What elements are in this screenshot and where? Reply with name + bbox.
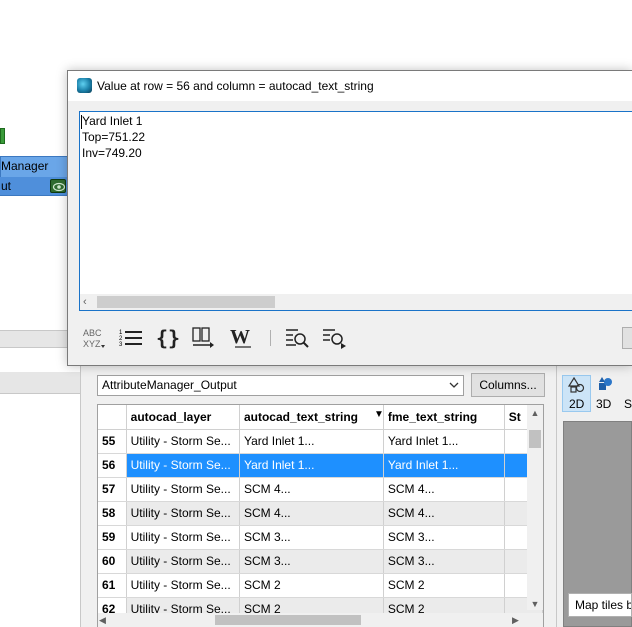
- svg-text:3: 3: [119, 342, 123, 348]
- table-cell[interactable]: Utility - Storm Se...: [126, 573, 240, 598]
- transformer-node-title: Manager: [1, 159, 49, 173]
- svg-text:{}: {}: [156, 326, 180, 350]
- view-s-label: S: [624, 397, 632, 411]
- view-3d-label: 3D: [596, 397, 612, 411]
- vertical-scroll-thumb[interactable]: [529, 430, 541, 448]
- table-row[interactable]: 55 Utility - Storm Se... Yard Inlet 1...…: [98, 429, 543, 454]
- text-line: Yard Inlet 1: [82, 114, 143, 128]
- map-tiles-notice: Map tiles b: [568, 593, 632, 617]
- row-number: 55: [98, 429, 127, 454]
- table-cell[interactable]: SCM 4...: [239, 501, 384, 526]
- svg-text:ABC: ABC: [83, 328, 102, 338]
- shapes-3d-icon: [599, 377, 612, 390]
- table-row[interactable]: 57 Utility - Storm Se... SCM 4... SCM 4.…: [98, 477, 543, 502]
- text-line: Top=751.22: [82, 130, 146, 144]
- table-cell[interactable]: Utility - Storm Se...: [126, 453, 240, 478]
- table-row-selected[interactable]: 56 Utility - Storm Se... Yard Inlet 1...…: [98, 453, 543, 478]
- find-icon[interactable]: [284, 325, 310, 351]
- shapes-2d-icon: [567, 376, 584, 393]
- scroll-right-icon[interactable]: ▶: [512, 613, 526, 627]
- sort-descending-icon[interactable]: ▼: [374, 409, 384, 420]
- scroll-left-icon[interactable]: ◀: [99, 613, 113, 627]
- horizontal-scroll-thumb[interactable]: [215, 615, 361, 625]
- table-cell[interactable]: SCM 3...: [383, 525, 505, 550]
- table-cell[interactable]: Utility - Storm Se...: [126, 477, 240, 502]
- text-scroll-thumb[interactable]: [97, 296, 275, 308]
- table-cell[interactable]: Yard Inlet 1...: [239, 453, 384, 478]
- table-cell[interactable]: Utility - Storm Se...: [126, 549, 240, 574]
- table-cell[interactable]: Utility - Storm Se...: [126, 429, 240, 454]
- table-cell[interactable]: Utility - Storm Se...: [126, 525, 240, 550]
- view-2d-label: 2D: [569, 397, 585, 411]
- table-row[interactable]: 61 Utility - Storm Se... SCM 2 SCM 2: [98, 573, 543, 598]
- w-icon[interactable]: W: [229, 325, 257, 351]
- table-cell[interactable]: SCM 4...: [239, 477, 384, 502]
- row-number: 58: [98, 501, 127, 526]
- columns-button[interactable]: Columns...: [471, 373, 545, 397]
- table-cell[interactable]: SCM 2: [383, 573, 505, 598]
- table-cell[interactable]: SCM 4...: [383, 501, 505, 526]
- toolbar-separator: [270, 330, 271, 346]
- table-cell[interactable]: Yard Inlet 1...: [383, 429, 505, 454]
- green-port-icon: [0, 128, 5, 144]
- find-next-icon[interactable]: [321, 325, 347, 351]
- lower-left-panel: [0, 394, 80, 627]
- row-number: 61: [98, 573, 127, 598]
- column-header-rownum: [98, 405, 127, 430]
- table-row[interactable]: 59 Utility - Storm Se... SCM 3... SCM 3.…: [98, 525, 543, 550]
- table-cell[interactable]: SCM 4...: [383, 477, 505, 502]
- svg-text:XYZ: XYZ: [83, 339, 101, 349]
- dialog-button[interactable]: [622, 327, 632, 349]
- scroll-down-icon[interactable]: ▼: [527, 596, 543, 612]
- text-line: Inv=749.20: [82, 146, 142, 160]
- fme-app-icon: [77, 78, 92, 93]
- table-cell[interactable]: Yard Inlet 1...: [383, 453, 505, 478]
- column-header-autocad-text-string[interactable]: autocad_text_string: [239, 405, 384, 430]
- table-cell[interactable]: SCM 2: [239, 573, 384, 598]
- table-cell[interactable]: Utility - Storm Se...: [126, 501, 240, 526]
- row-number: 57: [98, 477, 127, 502]
- numbered-list-icon[interactable]: 123: [118, 325, 144, 351]
- table-header-row: autocad_layer autocad_text_string fme_te…: [98, 405, 543, 430]
- eye-icon[interactable]: [50, 179, 66, 193]
- table-cell[interactable]: Yard Inlet 1...: [239, 429, 384, 454]
- table-cell[interactable]: SCM 3...: [383, 549, 505, 574]
- table-row[interactable]: 58 Utility - Storm Se... SCM 4... SCM 4.…: [98, 501, 543, 526]
- table-cell[interactable]: SCM 3...: [239, 525, 384, 550]
- row-number: 59: [98, 525, 127, 550]
- braces-icon[interactable]: {}: [155, 325, 181, 351]
- dialog-title: Value at row = 56 and column = autocad_t…: [97, 79, 374, 93]
- chevron-down-icon[interactable]: [448, 379, 460, 391]
- wrap-icon[interactable]: [190, 325, 216, 351]
- table-cell[interactable]: SCM 3...: [239, 549, 384, 574]
- column-header-autocad-layer[interactable]: autocad_layer: [126, 405, 240, 430]
- abc-xyz-icon[interactable]: ABC XYZ: [82, 325, 108, 351]
- value-text-area[interactable]: [79, 111, 632, 311]
- svg-text:W: W: [230, 326, 250, 348]
- table-row[interactable]: 60 Utility - Storm Se... SCM 3... SCM 3.…: [98, 549, 543, 574]
- data-table: autocad_layer autocad_text_string fme_te…: [97, 404, 544, 627]
- feature-type-select[interactable]: AttributeManager_Output: [97, 375, 464, 396]
- panel-header: [0, 372, 80, 394]
- scroll-up-icon[interactable]: ▲: [527, 405, 543, 421]
- column-header-fme-text-string[interactable]: fme_text_string: [383, 405, 505, 430]
- row-number: 56: [98, 453, 127, 478]
- row-number: 60: [98, 549, 127, 574]
- scroll-left-icon[interactable]: ‹: [83, 294, 87, 310]
